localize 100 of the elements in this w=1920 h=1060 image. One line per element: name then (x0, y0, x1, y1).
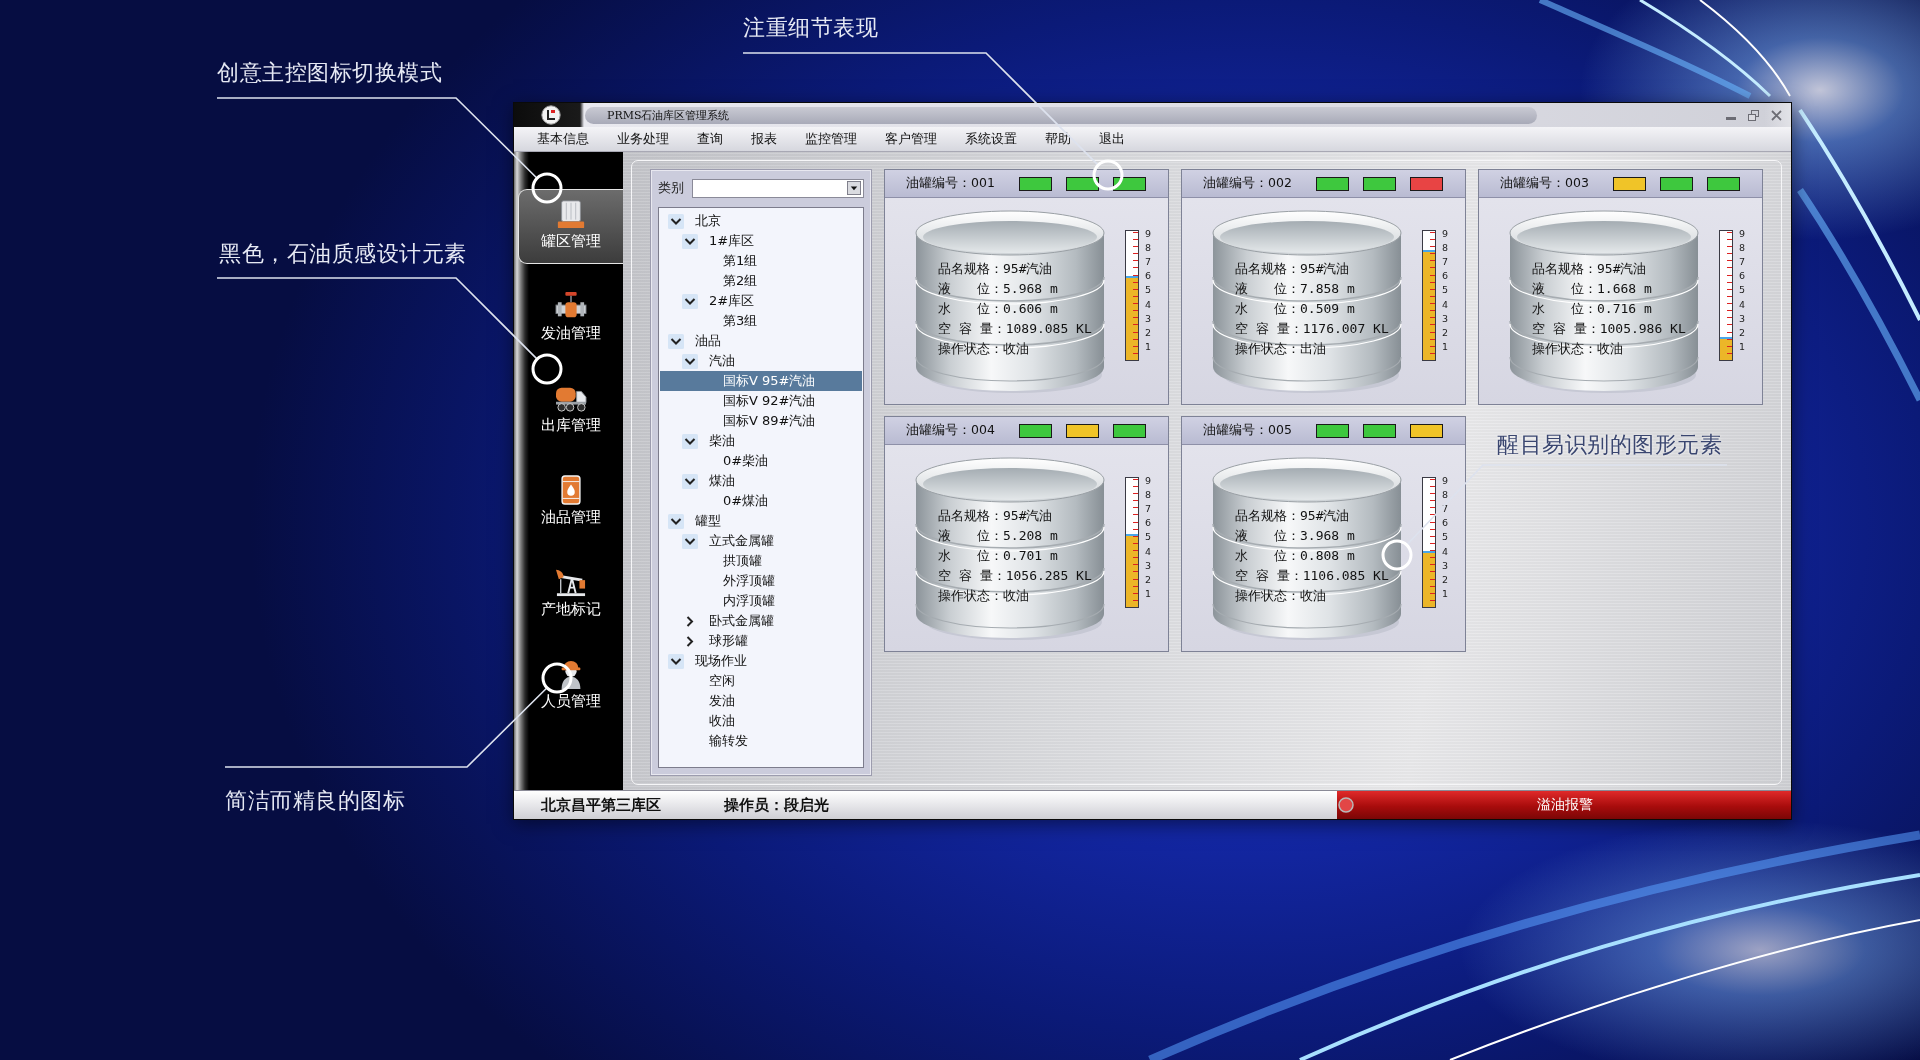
gauge-number: 7 (1145, 254, 1152, 269)
gauge-number: 9 (1145, 473, 1152, 488)
close-icon[interactable] (1771, 109, 1782, 121)
ring-icon (531, 172, 563, 204)
tree-item[interactable]: 内浮顶罐 (660, 591, 862, 611)
tree-item[interactable]: 空闲 (660, 671, 862, 691)
tank-reading: 空 容 量：1089.085 KL (938, 320, 1092, 338)
menu-item[interactable]: 基本信息 (537, 130, 589, 148)
ring-icon (541, 662, 573, 694)
gauge-number: 6 (1145, 269, 1152, 284)
chevron-down-icon[interactable] (682, 473, 698, 489)
tank-reading: 品名规格：95#汽油 (938, 507, 1054, 525)
gauge-number: 2 (1739, 326, 1746, 341)
tree-item[interactable]: 2#库区 (660, 291, 862, 311)
alarm-text: 溢油报警 (1535, 796, 1594, 814)
tank-reading: 液 位：5.208 m (938, 527, 1059, 545)
tree-item[interactable]: 收油 (660, 711, 862, 731)
window-title: PRMS石油库区管理系统 (585, 106, 1537, 124)
tank-number: 油罐编号：005 (1203, 422, 1293, 439)
sidebar-item[interactable]: 油品管理 (518, 465, 623, 540)
tree-item[interactable]: 立式金属罐 (660, 531, 862, 551)
tree-item[interactable]: 输转发 (660, 731, 862, 751)
sidebar-item[interactable]: 罐区管理 (518, 189, 623, 264)
tree-item[interactable]: 国标V 89#汽油 (660, 411, 862, 431)
tree-item[interactable]: 第1组 (660, 251, 862, 271)
chevron-right-icon[interactable] (686, 635, 694, 647)
tree-item[interactable]: 卧式金属罐 (660, 611, 862, 631)
tree-item[interactable]: 现场作业 (660, 651, 862, 671)
chevron-down-icon[interactable] (668, 333, 684, 349)
menu-item[interactable]: 帮助 (1045, 130, 1071, 148)
chevron-right-icon[interactable] (686, 615, 694, 627)
tank-reading: 水 位：0.701 m (938, 547, 1059, 565)
sidebar-item[interactable]: 发油管理 (518, 281, 623, 356)
sidebar-item[interactable]: 产地标记 (518, 557, 623, 632)
menu-item[interactable]: 系统设置 (965, 130, 1017, 148)
sidebar-item[interactable]: 出库管理 (518, 373, 623, 448)
tree-item[interactable]: 发油 (660, 691, 862, 711)
tank-reading: 品名规格：95#汽油 (938, 260, 1054, 278)
tree-item[interactable]: 外浮顶罐 (660, 571, 862, 591)
chevron-down-icon[interactable] (668, 653, 684, 669)
gauge-number: 5 (1145, 283, 1152, 298)
tree-item[interactable]: 国标V 92#汽油 (660, 391, 862, 411)
callout-text: 注重细节表现 (743, 14, 878, 42)
menu-item[interactable]: 业务处理 (617, 130, 669, 148)
menu-item[interactable]: 查询 (697, 130, 723, 148)
gauge-number: 6 (1145, 516, 1152, 531)
tree-item[interactable]: 煤油 (660, 471, 862, 491)
logo-icon (541, 105, 561, 125)
gauge-number: 9 (1442, 226, 1449, 241)
gauge-number: 8 (1145, 240, 1152, 255)
filter-label: 类别 (658, 179, 684, 197)
tree-item[interactable]: 国标V 95#汽油 (660, 371, 862, 391)
tree-item[interactable]: 油品 (660, 331, 862, 351)
ring-icon (1381, 539, 1413, 571)
tree-item[interactable]: 球形罐 (660, 631, 862, 651)
callout-text: 黑色，石油质感设计元素 (219, 240, 467, 268)
gauge-number: 7 (1739, 254, 1746, 269)
chevron-down-icon[interactable] (668, 213, 684, 229)
menu-item[interactable]: 客户管理 (885, 130, 937, 148)
tree-item[interactable]: 0#柴油 (660, 451, 862, 471)
tree-item[interactable]: 柴油 (660, 431, 862, 451)
tank-reading: 水 位：0.509 m (1235, 300, 1356, 318)
menu-item[interactable]: 报表 (751, 130, 777, 148)
gauge-number: 7 (1145, 501, 1152, 516)
tank-reading: 液 位：3.968 m (1235, 527, 1356, 545)
gauge-number: 5 (1739, 283, 1746, 298)
tank-reading: 液 位：7.858 m (1235, 280, 1356, 298)
tree-item[interactable]: 汽油 (660, 351, 862, 371)
gauge-number: 3 (1739, 311, 1746, 326)
gauge-number: 2 (1442, 326, 1449, 341)
tank-reading: 操作状态：出油 (1235, 340, 1327, 358)
tree-item[interactable]: 拱顶罐 (660, 551, 862, 571)
tank-reading: 液 位：5.968 m (938, 280, 1059, 298)
tree-item[interactable]: 北京 (660, 211, 862, 231)
gauge-number: 9 (1145, 226, 1152, 241)
tree-item[interactable]: 第3组 (660, 311, 862, 331)
chevron-down-icon[interactable] (682, 233, 698, 249)
chevron-down-icon[interactable] (668, 513, 684, 529)
menu-item[interactable]: 退出 (1099, 130, 1125, 148)
gauge-number: 4 (1442, 544, 1449, 559)
chevron-down-icon[interactable] (682, 433, 698, 449)
tree-item[interactable]: 1#库区 (660, 231, 862, 251)
tree-item[interactable]: 罐型 (660, 511, 862, 531)
restore-icon[interactable] (1748, 109, 1759, 121)
gauge-number: 5 (1145, 530, 1152, 545)
tank-reading: 操作状态：收油 (938, 587, 1030, 605)
gauge-number: 1 (1442, 587, 1449, 602)
chevron-down-icon[interactable] (682, 353, 698, 369)
gauge-number: 4 (1145, 297, 1152, 312)
tree-item[interactable]: 0#煤油 (660, 491, 862, 511)
tank-reading: 水 位：0.716 m (1532, 300, 1653, 318)
sidebar-item[interactable]: 人员管理 (518, 649, 623, 724)
tank-number: 油罐编号：003 (1500, 175, 1590, 192)
gauge-number: 8 (1739, 240, 1746, 255)
tank-reading: 操作状态：收油 (1235, 587, 1327, 605)
chevron-down-icon[interactable] (682, 533, 698, 549)
tank-reading: 品名规格：95#汽油 (1235, 507, 1351, 525)
menu-item[interactable]: 监控管理 (805, 130, 857, 148)
tree-item[interactable]: 第2组 (660, 271, 862, 291)
chevron-down-icon[interactable] (682, 293, 698, 309)
